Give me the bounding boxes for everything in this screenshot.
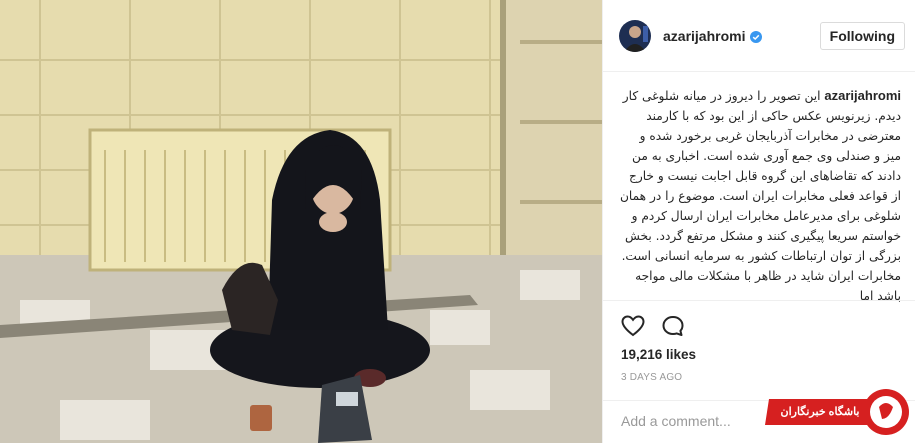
post-actions: 19,216 likes 3 DAYS AGO (603, 300, 915, 383)
header-username[interactable]: azarijahromi (663, 28, 745, 44)
heart-icon[interactable] (621, 315, 645, 342)
caption-text: این تصویر را دیروز در میانه شلوغی کار دی… (619, 89, 901, 303)
following-button[interactable]: Following (819, 21, 905, 50)
post-header: azarijahromi Following (603, 0, 915, 72)
watermark-text: باشگاه خبرنگاران (780, 406, 860, 418)
post-caption: azarijahromi این تصویر را دیروز در میانه… (619, 86, 901, 304)
user-avatar[interactable] (619, 19, 651, 52)
comment-input[interactable]: Add a comment... (621, 413, 731, 429)
caption-username[interactable]: azarijahromi (824, 88, 901, 103)
verified-badge-icon (750, 30, 763, 43)
like-count[interactable]: 19,216 likes (621, 347, 696, 362)
speech-bubble-icon[interactable] (661, 315, 685, 342)
post-side-panel: azarijahromi Following azarijahromi این … (602, 0, 915, 443)
post-image[interactable] (0, 0, 602, 443)
post-date: 3 DAYS AGO (621, 372, 683, 383)
post-photo-illustration (0, 0, 602, 443)
watermark-logo: باشگاه خبرنگاران (761, 385, 911, 439)
